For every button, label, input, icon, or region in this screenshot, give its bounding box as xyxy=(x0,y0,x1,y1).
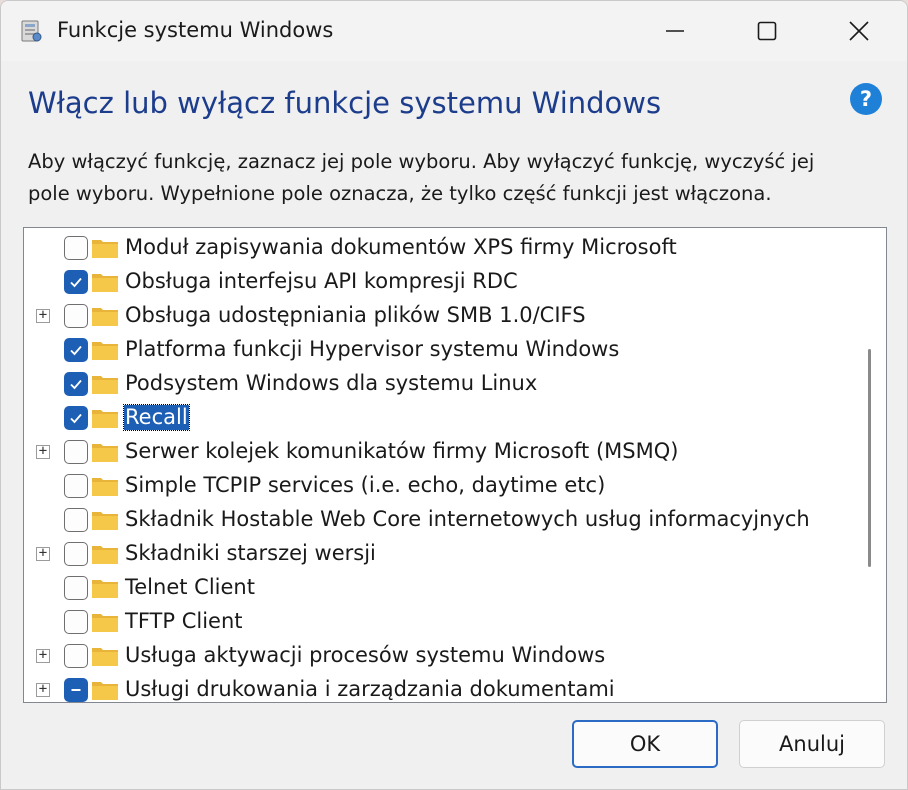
folder-icon xyxy=(92,580,118,598)
folder-icon xyxy=(92,546,118,564)
feature-checkbox[interactable] xyxy=(64,372,88,396)
close-button[interactable] xyxy=(813,1,905,61)
feature-label[interactable]: Moduł zapisywania dokumentów XPS firmy M… xyxy=(125,235,677,260)
feature-row[interactable]: Telnet Client xyxy=(24,572,852,606)
feature-row[interactable]: + Składniki starszej wersji xyxy=(24,538,852,572)
folder-icon xyxy=(92,444,118,462)
minimize-icon xyxy=(666,30,684,32)
feature-row[interactable]: + Obsługa udostępniania plików SMB 1.0/CI… xyxy=(24,300,852,334)
feature-checkbox[interactable] xyxy=(64,644,88,668)
folder-icon xyxy=(92,478,118,496)
feature-checkbox[interactable] xyxy=(64,304,88,328)
feature-checkbox[interactable] xyxy=(64,338,88,362)
feature-label[interactable]: Usługa aktywacji procesów systemu Window… xyxy=(125,643,605,668)
feature-label[interactable]: Składnik Hostable Web Core internetowych… xyxy=(125,507,810,532)
ok-button[interactable]: OK xyxy=(572,720,718,768)
folder-icon xyxy=(92,682,118,700)
feature-row[interactable]: + Serwer kolejek komunikatów firmy Micros… xyxy=(24,436,852,470)
feature-checkbox[interactable] xyxy=(64,542,88,566)
feature-checkbox[interactable] xyxy=(64,236,88,260)
feature-checkbox[interactable] xyxy=(64,270,88,294)
minimize-button[interactable] xyxy=(629,1,721,61)
feature-checkbox[interactable] xyxy=(64,610,88,634)
expand-icon[interactable]: + xyxy=(36,444,50,459)
checkmark-icon xyxy=(70,277,82,288)
description-line: pole wyboru. Wypełnione pole oznacza, że… xyxy=(28,182,772,205)
checkmark-icon xyxy=(70,345,82,356)
feature-checkbox[interactable] xyxy=(64,678,88,702)
folder-icon xyxy=(92,274,118,292)
expand-icon[interactable]: + xyxy=(36,682,50,697)
window-title: Funkcje systemu Windows xyxy=(57,18,334,42)
maximize-icon xyxy=(757,21,777,41)
feature-row[interactable]: Obsługa interfejsu API kompresji RDC xyxy=(24,266,852,300)
feature-label[interactable]: Podsystem Windows dla systemu Linux xyxy=(125,371,537,396)
dialog-heading: Włącz lub wyłącz funkcje systemu Windows xyxy=(28,86,662,120)
feature-label[interactable]: TFTP Client xyxy=(125,609,243,634)
feature-checkbox[interactable] xyxy=(64,440,88,464)
feature-checkbox[interactable] xyxy=(64,508,88,532)
feature-row[interactable]: Moduł zapisywania dokumentów XPS firmy M… xyxy=(24,232,852,266)
feature-label[interactable]: Platforma funkcji Hypervisor systemu Win… xyxy=(125,337,619,362)
folder-icon xyxy=(92,240,118,258)
expand-icon[interactable]: + xyxy=(36,648,50,663)
feature-row[interactable]: Platforma funkcji Hypervisor systemu Win… xyxy=(24,334,852,368)
dialog-description: Aby włączyć funkcję, zaznacz jej pole wy… xyxy=(28,146,888,210)
checkmark-icon xyxy=(70,413,82,424)
windows-features-dialog: Funkcje systemu Windows Włącz lub wyłącz… xyxy=(0,0,908,790)
description-line: Aby włączyć funkcję, zaznacz jej pole wy… xyxy=(28,150,815,173)
feature-row[interactable]: Składnik Hostable Web Core internetowych… xyxy=(24,504,852,538)
feature-row[interactable]: + Usługa aktywacji procesów systemu Windo… xyxy=(24,640,852,674)
folder-icon xyxy=(92,308,118,326)
feature-row[interactable]: TFTP Client xyxy=(24,606,852,640)
cancel-button[interactable]: Anuluj xyxy=(739,720,885,768)
folder-icon xyxy=(92,410,118,428)
feature-label[interactable]: Telnet Client xyxy=(125,575,255,600)
feature-label[interactable]: Serwer kolejek komunikatów firmy Microso… xyxy=(125,439,678,464)
expand-icon[interactable]: + xyxy=(36,308,50,323)
feature-row[interactable]: + Usługi drukowania i zarządzania dokumen… xyxy=(24,674,852,702)
checkmark-icon xyxy=(70,379,82,390)
folder-icon xyxy=(92,342,118,360)
feature-row[interactable]: Podsystem Windows dla systemu Linux xyxy=(24,368,852,402)
feature-label[interactable]: Obsługa udostępniania plików SMB 1.0/CIF… xyxy=(125,303,586,328)
feature-label[interactable]: Recall xyxy=(123,404,190,431)
scrollbar-thumb[interactable] xyxy=(868,349,871,567)
feature-row[interactable]: Recall xyxy=(24,402,852,436)
features-tree[interactable]: Moduł zapisywania dokumentów XPS firmy M… xyxy=(23,227,887,703)
folder-icon xyxy=(92,512,118,530)
folder-icon xyxy=(92,614,118,632)
feature-label[interactable]: Składniki starszej wersji xyxy=(125,541,376,566)
feature-checkbox[interactable] xyxy=(64,406,88,430)
maximize-button[interactable] xyxy=(721,1,813,61)
folder-icon xyxy=(92,376,118,394)
feature-label[interactable]: Simple TCPIP services (i.e. echo, daytim… xyxy=(125,473,605,498)
partial-icon xyxy=(71,689,81,691)
feature-label[interactable]: Obsługa interfejsu API kompresji RDC xyxy=(125,269,518,294)
title-bar[interactable]: Funkcje systemu Windows xyxy=(1,1,907,61)
feature-label[interactable]: Usługi drukowania i zarządzania dokument… xyxy=(125,677,615,702)
feature-checkbox[interactable] xyxy=(64,474,88,498)
expand-icon[interactable]: + xyxy=(36,546,50,561)
close-icon xyxy=(849,21,869,41)
vertical-scrollbar[interactable] xyxy=(860,228,886,702)
folder-icon xyxy=(92,648,118,666)
app-icon xyxy=(21,20,42,42)
help-icon[interactable]: ? xyxy=(850,83,882,115)
feature-row[interactable]: Simple TCPIP services (i.e. echo, daytim… xyxy=(24,470,852,504)
feature-checkbox[interactable] xyxy=(64,576,88,600)
